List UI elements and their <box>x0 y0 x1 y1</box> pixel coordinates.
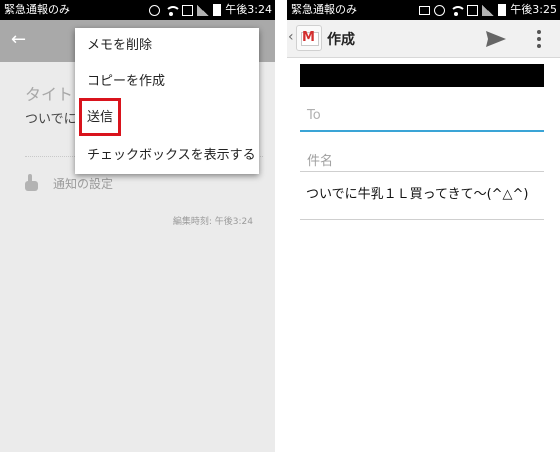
battery-icon <box>498 4 507 16</box>
back-chevron-icon[interactable]: ‹ <box>288 29 294 45</box>
hand-pointer-icon <box>25 174 39 192</box>
body-underline <box>300 219 544 220</box>
image-notification-icon <box>419 5 431 15</box>
status-bar: 緊急通報のみ 午後3:25 <box>287 0 560 20</box>
subject-placeholder: 件名 <box>307 154 334 169</box>
send-highlight-box <box>79 98 121 136</box>
subject-field[interactable]: 件名 <box>300 140 544 172</box>
wifi-icon <box>164 5 182 16</box>
menu-item-make-copy[interactable]: コピーを作成 <box>75 64 259 100</box>
signal-icon <box>482 4 495 16</box>
keep-note-screen: 緊急通報のみ 午後3:24 ← タイト ついでに 通知の設定 編集時刻: 午後3… <box>0 0 275 452</box>
to-placeholder: To <box>307 108 321 123</box>
menu-item-show-checkboxes[interactable]: チェックボックスを表示する <box>75 138 259 174</box>
reminder-setting[interactable]: 通知の設定 <box>25 171 113 195</box>
sim-icon <box>182 4 194 16</box>
reminder-label: 通知の設定 <box>53 176 114 191</box>
gmail-compose-screen: 緊急通報のみ 午後3:25 ‹ 作成 To 件名 ついでに牛乳１Ｌ買ってきて〜(… <box>287 0 560 452</box>
send-icon[interactable] <box>485 29 507 49</box>
status-time: 午後3:25 <box>510 3 557 16</box>
status-icons: 午後3:24 <box>149 0 272 20</box>
more-options-icon[interactable] <box>533 28 545 50</box>
wifi-icon <box>449 5 467 16</box>
gmail-logo-icon[interactable] <box>296 25 322 51</box>
back-arrow-icon[interactable]: ← <box>11 29 33 51</box>
vibrate-icon <box>434 4 446 16</box>
to-field[interactable]: To <box>300 96 544 132</box>
edited-timestamp: 編集時刻: 午後3:24 <box>172 217 253 227</box>
vibrate-icon <box>149 4 161 16</box>
sim-icon <box>467 4 479 16</box>
compose-body-field[interactable]: ついでに牛乳１Ｌ買ってきて〜(^△^) <box>306 183 529 202</box>
from-field-redacted <box>300 64 544 87</box>
signal-icon <box>197 4 210 16</box>
menu-item-delete-note[interactable]: メモを削除 <box>75 28 259 64</box>
note-title-field[interactable]: タイト <box>25 81 73 105</box>
status-bar: 緊急通報のみ 午後3:24 <box>0 0 275 20</box>
status-icons: 午後3:25 <box>419 0 557 20</box>
carrier-text: 緊急通報のみ <box>291 3 357 16</box>
status-time: 午後3:24 <box>225 3 272 16</box>
compose-title: 作成 <box>327 32 355 48</box>
note-body-field[interactable]: ついでに <box>25 108 77 127</box>
carrier-text: 緊急通報のみ <box>4 3 70 16</box>
compose-app-bar: ‹ 作成 <box>287 20 560 58</box>
battery-icon <box>213 4 222 16</box>
